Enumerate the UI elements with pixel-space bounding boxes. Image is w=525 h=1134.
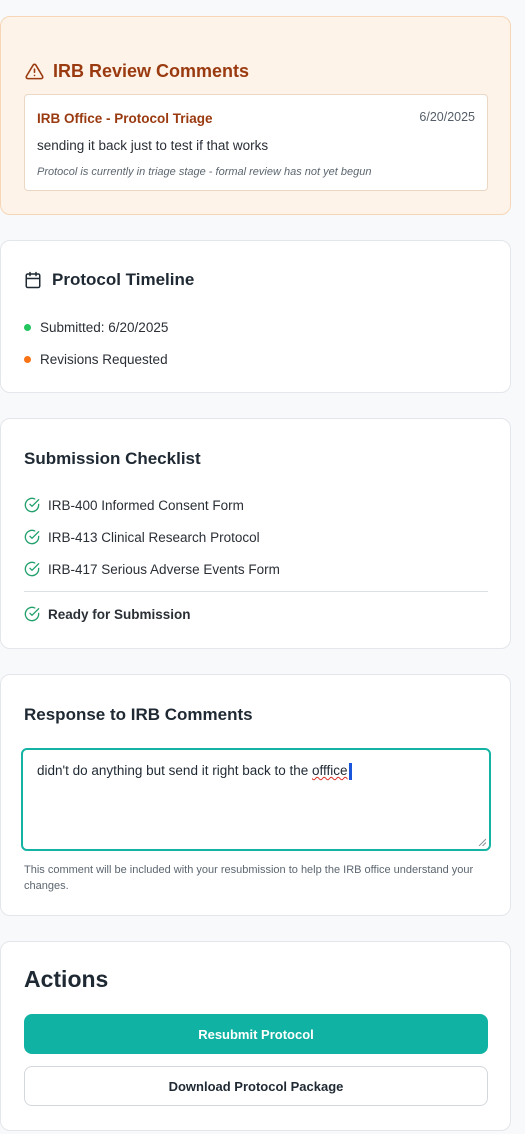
response-title: Response to IRB Comments: [24, 705, 253, 724]
review-comment: IRB Office - Protocol Triage 6/20/2025 s…: [24, 94, 488, 191]
warning-icon: [25, 63, 44, 80]
check-circle-icon: [24, 561, 40, 577]
checklist-item: IRB-417 Serious Adverse Events Form: [24, 561, 280, 577]
response-textarea[interactable]: didn't do anything but send it right bac…: [21, 748, 491, 851]
actions-card: Actions Resubmit Protocol Download Proto…: [0, 941, 511, 1131]
resize-handle-icon[interactable]: [478, 838, 486, 846]
checklist-item-label: IRB-413 Clinical Research Protocol: [48, 529, 260, 545]
calendar-icon: [25, 271, 41, 289]
misspelled-word: offfice: [312, 763, 348, 779]
response-card: Response to IRB Comments didn't do anyth…: [0, 674, 511, 916]
comment-stage-note: Protocol is currently in triage stage - …: [37, 166, 372, 178]
checklist-divider: [24, 591, 488, 592]
comment-text: sending it back just to test if that wor…: [37, 138, 269, 153]
checklist-item-label: IRB-400 Informed Consent Form: [48, 497, 244, 513]
response-help-text: This comment will be included with your …: [24, 864, 474, 892]
text-caret: [348, 763, 352, 780]
response-text: didn't do anything but send it right bac…: [37, 763, 313, 779]
review-title: IRB Review Comments: [25, 61, 249, 82]
timeline-item-submitted: Submitted: 6/20/2025: [24, 320, 168, 335]
check-circle-icon: [24, 606, 40, 622]
ready-for-submission: Ready for Submission: [24, 606, 191, 622]
check-circle-icon: [24, 497, 40, 513]
resubmit-protocol-button[interactable]: Resubmit Protocol: [24, 1014, 488, 1054]
ready-label: Ready for Submission: [48, 606, 191, 622]
actions-title: Actions: [24, 966, 109, 992]
checklist-item-label: IRB-417 Serious Adverse Events Form: [48, 561, 280, 577]
comment-author: IRB Office - Protocol Triage: [37, 111, 213, 126]
checklist-item: IRB-413 Clinical Research Protocol: [24, 529, 260, 545]
timeline-title: Protocol Timeline: [24, 270, 194, 290]
status-dot-green: [24, 324, 31, 331]
protocol-timeline-card: Protocol Timeline Submitted: 6/20/2025 R…: [0, 240, 511, 393]
check-circle-icon: [24, 529, 40, 545]
timeline-title-text: Protocol Timeline: [52, 270, 195, 289]
review-title-text: IRB Review Comments: [53, 61, 250, 81]
comment-date: 6/20/2025: [419, 110, 475, 124]
checklist-item: IRB-400 Informed Consent Form: [24, 497, 244, 513]
download-protocol-package-button[interactable]: Download Protocol Package: [24, 1066, 488, 1106]
irb-review-comments-card: IRB Review Comments IRB Office - Protoco…: [0, 16, 511, 215]
timeline-item-label: Revisions Requested: [40, 352, 168, 367]
checklist-title: Submission Checklist: [24, 449, 201, 468]
timeline-item-label: Submitted: 6/20/2025: [40, 320, 169, 335]
submission-checklist-card: Submission Checklist IRB-400 Informed Co…: [0, 418, 511, 649]
timeline-item-revisions: Revisions Requested: [24, 352, 168, 367]
status-dot-orange: [24, 356, 31, 363]
